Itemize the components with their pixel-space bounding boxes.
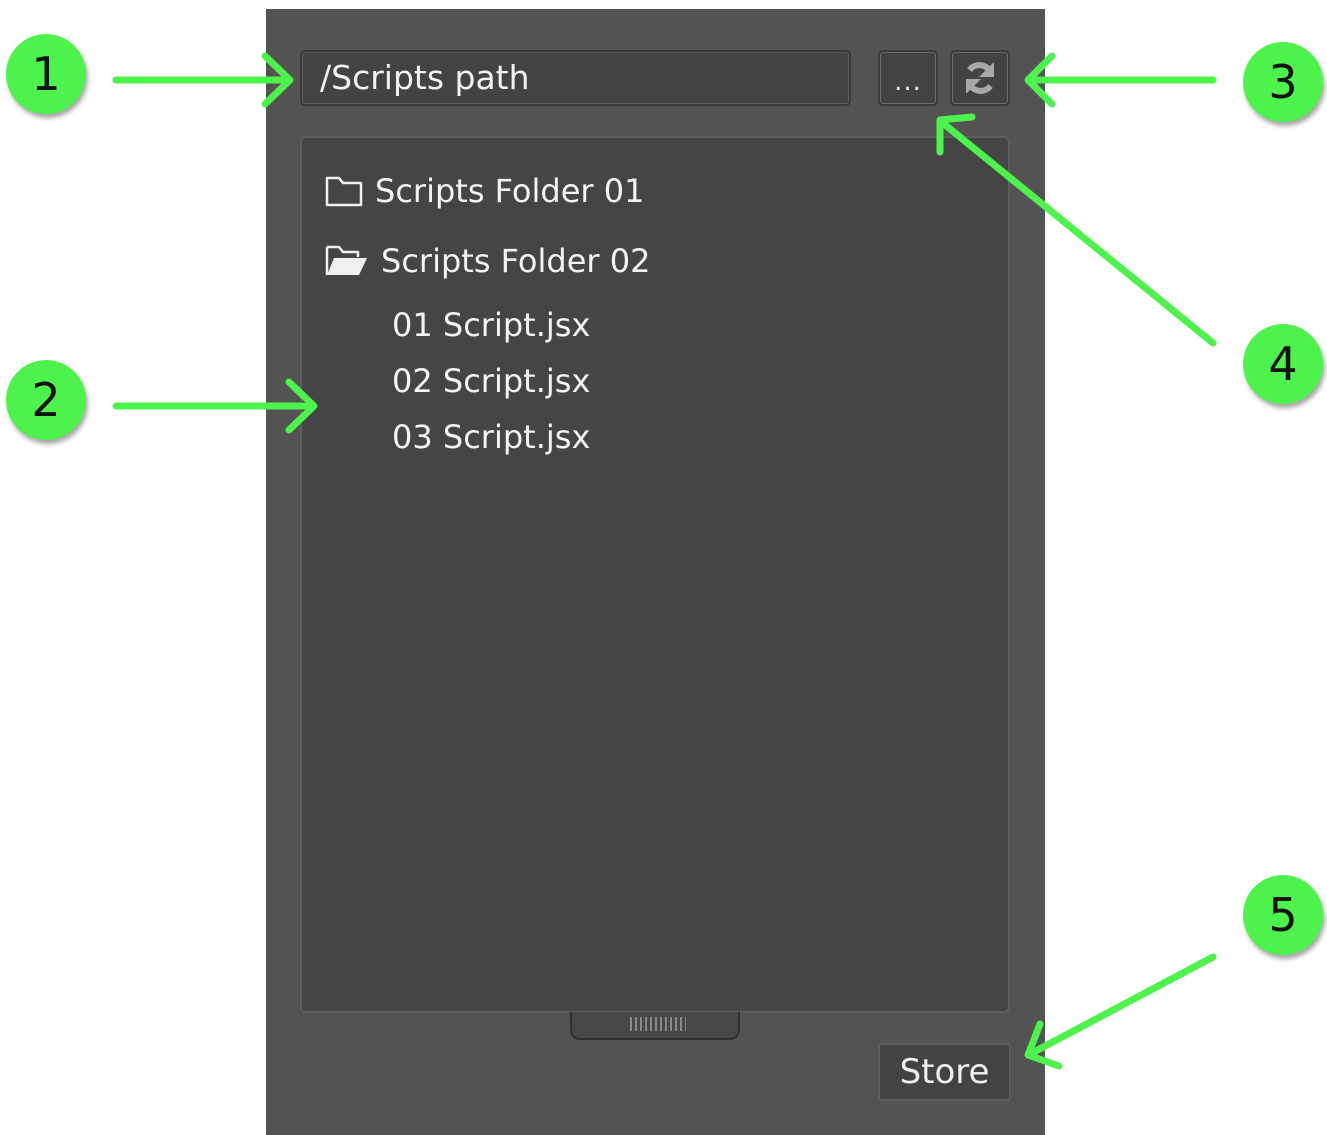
arrow-4-line	[940, 120, 1217, 347]
callout-arrows	[112, 52, 1217, 1070]
callout-badge-3: 3	[1243, 42, 1323, 122]
callout-badge-1: 1	[6, 34, 86, 114]
callout-badge-4: 4	[1243, 324, 1323, 404]
callout-badge-5: 5	[1243, 875, 1323, 955]
arrow-5-line	[1028, 953, 1217, 1057]
callout-badge-2: 2	[6, 360, 86, 440]
